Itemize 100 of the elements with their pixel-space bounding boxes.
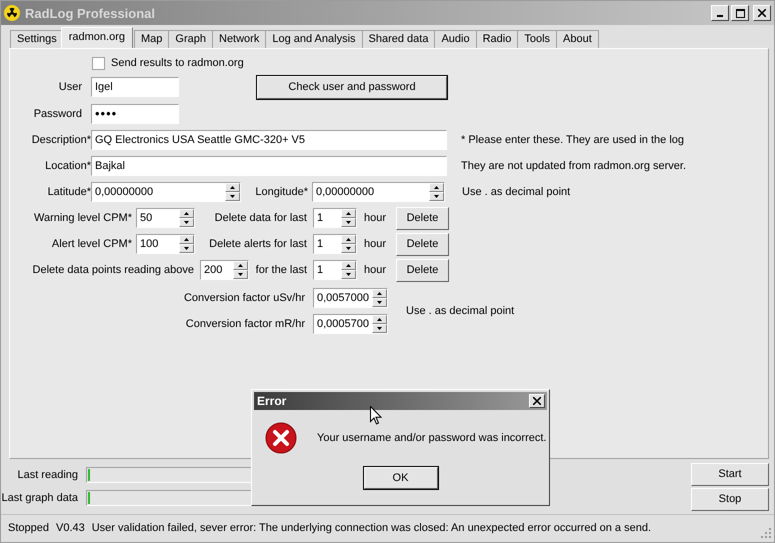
down-arrow-icon [184,247,189,250]
number-field[interactable]: 200 [200,260,249,280]
spin-up-button[interactable] [372,315,387,324]
spin-up-button[interactable] [179,235,194,244]
delete-button[interactable]: Delete [396,232,449,256]
tab[interactable]: About [556,30,599,48]
check-user-button[interactable]: Check user and password [257,76,447,98]
spin-down-button[interactable] [233,270,248,279]
field-label: for the last [254,264,307,276]
field-label: Longitude* [254,186,308,198]
number-field[interactable]: 1 [313,208,357,228]
down-arrow-icon [377,301,382,304]
spin-down-button[interactable] [341,244,356,253]
progress-label: Last graph data [1,492,78,504]
maximize-button[interactable] [731,5,749,21]
spin-down-button[interactable] [225,192,240,201]
location-field[interactable]: Bajkal [91,156,447,176]
note-text: * Please enter these. They are used in the log [461,134,684,146]
hint-text: Use . as decimal point [462,186,570,198]
resize-grip-icon[interactable] [761,528,772,539]
field-label: Delete alerts for last [208,238,307,250]
up-arrow-icon [346,264,351,267]
up-arrow-icon [230,186,235,189]
field-label: Location* [44,160,91,172]
error-icon [265,422,297,454]
radiation-icon [4,5,20,21]
number-field[interactable]: 1 [313,260,357,280]
minimize-button[interactable] [711,5,729,21]
field-label: Conversion factor uSv/hr [182,292,305,304]
field-label: Latitude* [46,186,91,198]
spin-down-button[interactable] [372,324,387,333]
user-field[interactable]: Igel [91,77,179,97]
unit-label: hour [363,264,388,276]
tab[interactable]: Settings [10,30,64,48]
password-field[interactable]: •••• [91,104,179,124]
unit-label: hour [363,212,388,224]
unit-label: hour [363,238,388,250]
field-label: Warning level CPM* [32,212,132,224]
up-arrow-icon [238,264,243,267]
field-label: Password [32,108,82,120]
checkbox-label: Send results to radmon.org [111,57,244,69]
number-field[interactable]: 0,0005700 [313,314,388,334]
down-arrow-icon [346,221,351,224]
spin-up-button[interactable] [372,289,387,298]
up-arrow-icon [434,186,439,189]
spin-up-button[interactable] [341,209,356,218]
spin-up-button[interactable] [179,209,194,218]
close-button[interactable] [753,5,771,21]
window-title: RadLog Professional [25,6,156,20]
up-arrow-icon [346,212,351,215]
note-text: They are not updated from radmon.org server. [461,160,686,172]
field-label: Alert level CPM* [50,238,132,250]
spin-up-button[interactable] [429,183,444,192]
maximize-icon [736,8,744,18]
up-arrow-icon [377,318,382,321]
field-label: User [58,81,82,93]
up-arrow-icon [377,292,382,295]
number-field[interactable]: 0,0057000 [313,288,388,308]
spin-down-button[interactable] [179,218,194,227]
close-icon [758,9,766,17]
number-field[interactable]: 50 [136,208,195,228]
spin-up-button[interactable] [341,261,356,270]
spin-down-button[interactable] [341,270,356,279]
spin-up-button[interactable] [225,183,240,192]
field-label: Conversion factor mR/hr [184,318,305,330]
delete-button[interactable]: Delete [396,206,449,230]
close-button[interactable] [529,394,545,408]
tab[interactable]: radmon.org [60,27,134,48]
up-arrow-icon [184,238,189,241]
spin-up-button[interactable] [233,261,248,270]
up-arrow-icon [346,238,351,241]
down-arrow-icon [434,195,439,198]
number-field[interactable]: 0,00000000 [312,182,445,202]
field-label: Delete data points reading above [32,264,194,276]
tab[interactable]: Map [134,30,170,48]
checkbox[interactable] [92,56,105,70]
spin-down-button[interactable] [179,244,194,253]
number-field[interactable]: 1 [313,234,357,254]
number-field[interactable]: 0,00000000 [91,182,241,202]
number-field[interactable]: 100 [136,234,195,254]
close-icon [533,397,541,405]
spin-up-button[interactable] [341,235,356,244]
up-arrow-icon [184,212,189,215]
field-label: Delete data for last [214,212,307,224]
description-field[interactable]: GQ Electronics USA Seattle GMC-320+ V5 [91,130,447,150]
dialog-title: Error [257,394,286,408]
down-arrow-icon [377,327,382,330]
down-arrow-icon [346,247,351,250]
delete-button[interactable]: Delete [396,258,449,282]
control-button[interactable]: Start [691,462,769,486]
ok-button[interactable]: OK [364,467,438,489]
spin-down-button[interactable] [341,218,356,227]
cursor-icon [370,406,382,425]
progress-label: Last reading [16,469,78,481]
spin-down-button[interactable] [372,298,387,307]
field-label: Description* [30,134,91,146]
control-button[interactable]: Stop [691,488,769,510]
spin-down-button[interactable] [429,192,444,201]
version-text: V0.43 [56,522,85,534]
down-arrow-icon [230,195,235,198]
